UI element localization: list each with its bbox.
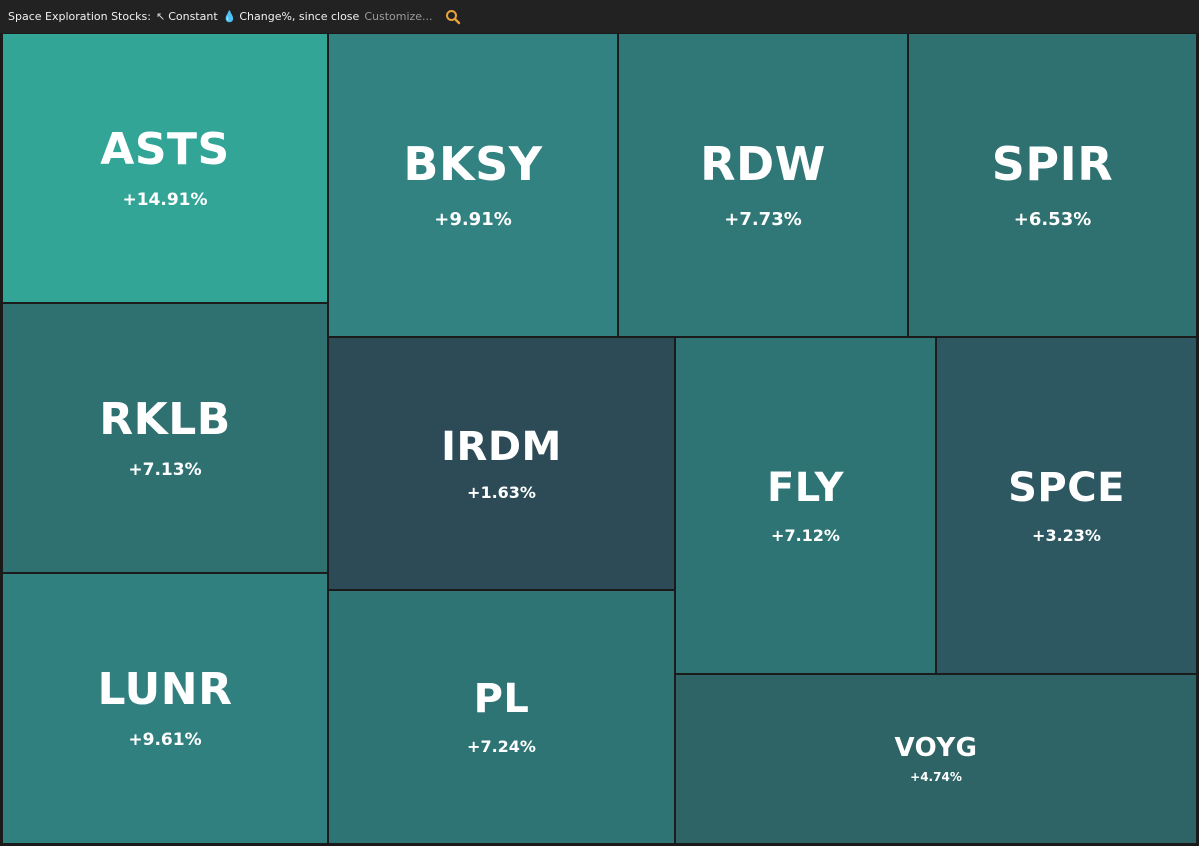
tile-symbol: IRDM <box>441 423 562 470</box>
tile-symbol: SPIR <box>991 137 1114 191</box>
tile-symbol: LUNR <box>97 664 233 715</box>
treemap-tile-lunr[interactable]: LUNR +9.61% <box>2 573 328 844</box>
color-mode-selector[interactable]: Change%, since close <box>239 10 359 23</box>
tile-change-percent: +7.73% <box>724 209 802 230</box>
tile-change-percent: +14.91% <box>122 189 208 210</box>
tile-change-percent: +6.53% <box>1013 209 1092 230</box>
treemap-tile-spir[interactable]: SPIR +6.53% <box>908 33 1197 337</box>
tile-symbol: ASTS <box>100 123 230 175</box>
tile-change-percent: +9.91% <box>434 209 512 230</box>
treemap-tile-asts[interactable]: ASTS +14.91% <box>2 33 328 303</box>
treemap-tile-rklb[interactable]: RKLB +7.13% <box>2 303 328 573</box>
customize-link[interactable]: Customize... <box>364 10 432 23</box>
tile-change-percent: +9.61% <box>128 730 202 750</box>
search-icon[interactable] <box>445 9 461 25</box>
tile-symbol: RKLB <box>99 393 231 445</box>
color-drop-icon: 💧 <box>222 10 237 23</box>
treemap-tile-bksy[interactable]: BKSY +9.91% <box>328 33 618 337</box>
tile-symbol: VOYG <box>894 733 978 763</box>
treemap-tile-spce[interactable]: SPCE +3.23% <box>936 337 1197 674</box>
tile-change-percent: +7.13% <box>128 459 202 480</box>
tile-symbol: RDW <box>700 137 826 191</box>
tile-change-percent: +7.12% <box>771 525 840 545</box>
treemap-tile-pl[interactable]: PL +7.24% <box>328 590 675 844</box>
tile-change-percent: +7.24% <box>467 737 536 756</box>
tile-symbol: SPCE <box>1008 464 1125 511</box>
tile-change-percent: +4.74% <box>910 770 962 784</box>
tile-change-percent: +3.23% <box>1032 525 1101 545</box>
size-arrow-icon: ↖ <box>155 10 166 23</box>
toolbar-title: Space Exploration Stocks: <box>8 10 151 23</box>
treemap-tile-voyg[interactable]: VOYG +4.74% <box>675 674 1197 844</box>
treemap-toolbar: Space Exploration Stocks: ↖ Constant 💧 C… <box>0 0 1199 33</box>
tile-symbol: FLY <box>766 464 845 511</box>
size-mode-selector[interactable]: Constant <box>168 10 217 23</box>
tile-symbol: PL <box>473 676 530 722</box>
treemap-tile-fly[interactable]: FLY +7.12% <box>675 337 936 674</box>
tile-symbol: BKSY <box>403 137 543 191</box>
treemap: ASTS +14.91% BKSY +9.91% RDW +7.73% SPIR +6.53%… <box>0 33 1199 846</box>
treemap-tile-irdm[interactable]: IRDM +1.63% <box>328 337 675 590</box>
treemap-tile-rdw[interactable]: RDW +7.73% <box>618 33 908 337</box>
tile-change-percent: +1.63% <box>467 482 536 502</box>
